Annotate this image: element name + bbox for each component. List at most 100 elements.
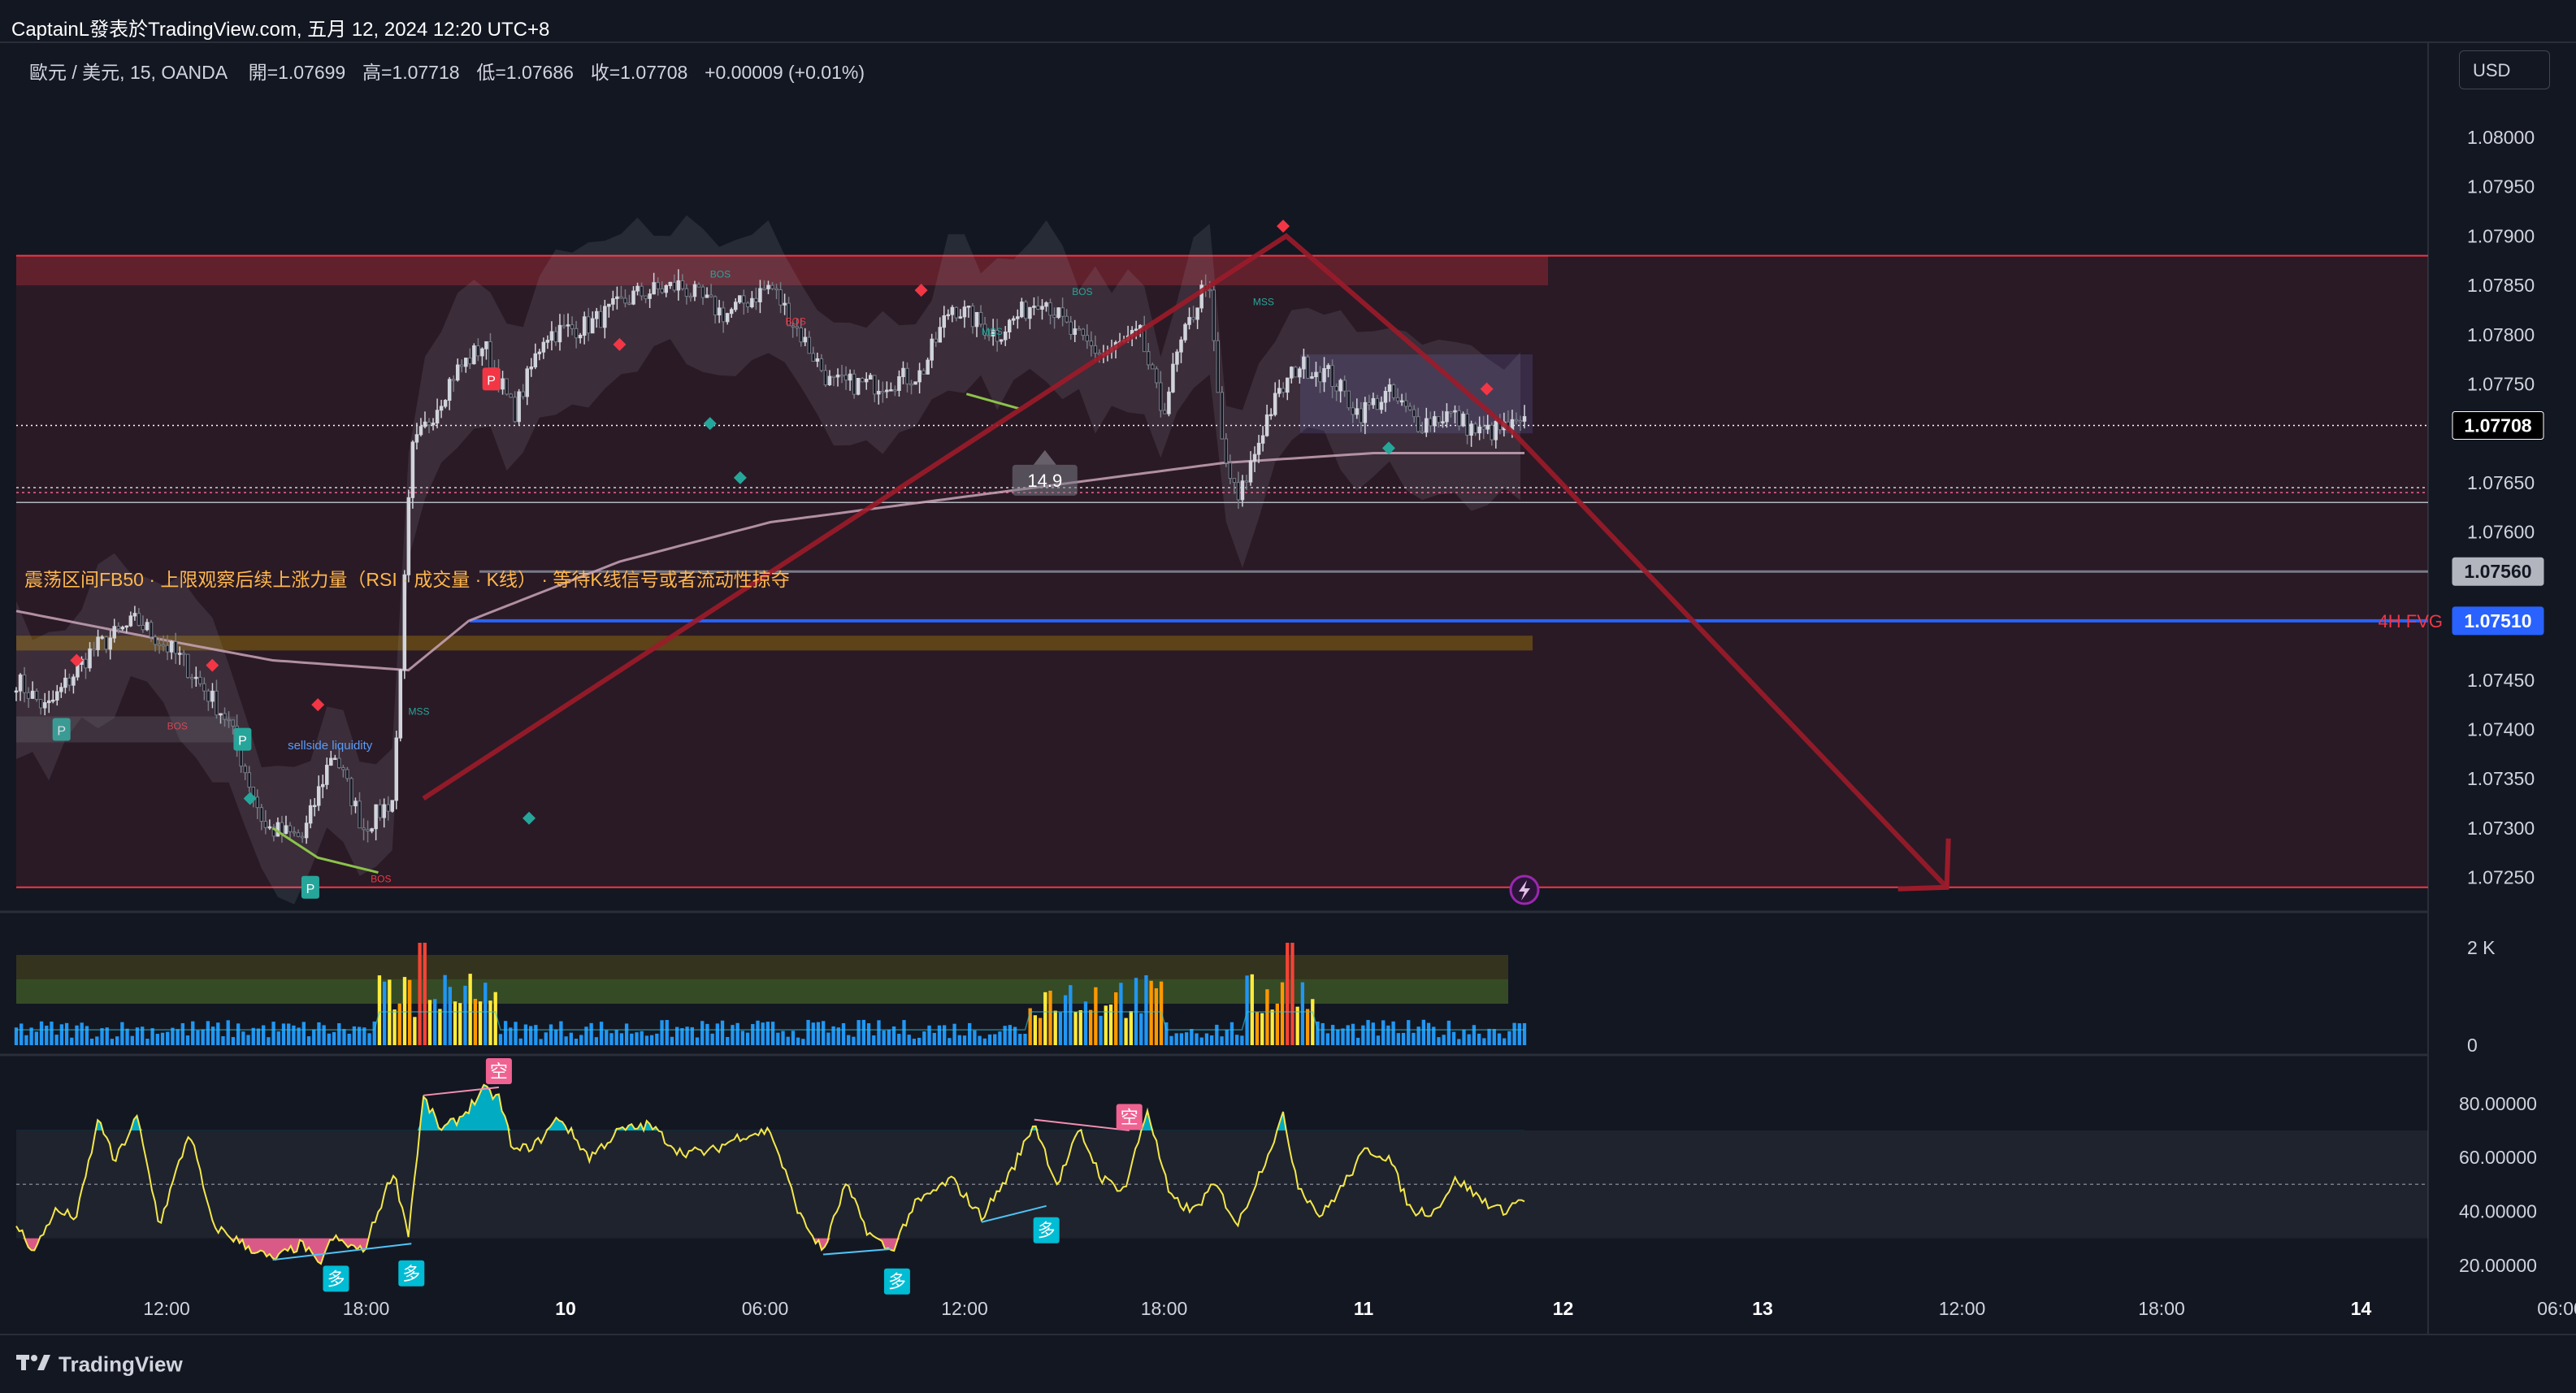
volume-bar: [1008, 1025, 1013, 1045]
candle-body: [304, 822, 309, 839]
candle-body: [206, 690, 210, 702]
candle-body: [819, 358, 824, 371]
volume-bar: [866, 1023, 871, 1045]
candle-body: [873, 375, 877, 395]
volume-bar: [130, 1035, 134, 1045]
volume-bar: [1492, 1029, 1496, 1045]
volume-bar: [20, 1023, 24, 1045]
volume-bar: [231, 1037, 236, 1045]
candle-body: [926, 359, 930, 375]
volume-bar: [523, 1024, 528, 1045]
price-tick-label: 1.07900: [2467, 225, 2535, 246]
volume-bar: [347, 1033, 351, 1045]
volume-bar: [1129, 1011, 1133, 1045]
price-tick-label: 1.07450: [2467, 670, 2535, 691]
volume-bar: [1482, 1038, 1486, 1045]
volume-bar: [423, 943, 427, 1045]
candle-body: [766, 284, 770, 289]
candle-body: [1134, 328, 1138, 332]
volume-bar: [665, 1020, 669, 1045]
candle-body: [656, 282, 660, 289]
volume-bar: [1290, 943, 1295, 1045]
candle-body: [627, 302, 631, 305]
candle-body: [132, 613, 137, 617]
candle-body: [664, 285, 668, 293]
candle-body: [1167, 391, 1171, 414]
candle-body: [574, 328, 579, 339]
candle-body: [1391, 384, 1396, 398]
candle-body: [839, 374, 844, 377]
volume-bar: [962, 1035, 967, 1045]
tradingview-logo[interactable]: TradingView: [16, 1351, 183, 1378]
structure-label: BOS: [786, 316, 806, 328]
volume-bar: [589, 1022, 593, 1045]
rsi-signal-label: 空: [490, 1062, 508, 1083]
candle-body: [1040, 306, 1044, 310]
candle-body: [930, 338, 934, 361]
volume-bar: [493, 992, 497, 1045]
candle-body: [1216, 340, 1221, 393]
candle-body: [165, 644, 170, 653]
candle-body: [1351, 407, 1355, 415]
candle-body: [1416, 416, 1420, 432]
volume-bar: [599, 1022, 604, 1045]
candle-body: [978, 311, 983, 325]
volume-bar: [1265, 989, 1269, 1045]
time-tick-label: 18:00: [343, 1298, 390, 1319]
volume-bar: [1487, 1028, 1491, 1045]
candle-body: [1449, 411, 1453, 414]
candle-body: [950, 306, 955, 315]
volume-bar: [1330, 1025, 1335, 1045]
time-tick-label: 12: [1553, 1298, 1574, 1319]
candle-body: [362, 827, 366, 831]
candle-body: [713, 296, 718, 316]
candle-body: [938, 327, 942, 343]
volume-bar: [1108, 1005, 1113, 1045]
volume-bar: [756, 1020, 760, 1045]
structure-label: MSS: [409, 705, 430, 717]
candle-body: [541, 341, 546, 353]
volume-bar: [554, 1029, 558, 1045]
volume-bar: [831, 1026, 835, 1045]
candle-body: [34, 690, 39, 701]
candle-body: [881, 390, 885, 393]
volume-bar: [59, 1024, 64, 1045]
volume-bar: [968, 1022, 972, 1045]
volume-bar: [1270, 1009, 1274, 1045]
volume-bar: [1245, 975, 1249, 1045]
candle-body: [966, 306, 971, 308]
chart-canvas[interactable]: 4H FVG PPPPBOSMSSBOSBOSBOSMSSBOSMSSsells…: [0, 0, 2576, 1393]
candle-body: [807, 336, 812, 354]
volume-bar: [574, 1039, 579, 1045]
volume-bar: [1462, 1029, 1466, 1045]
volume-bar: [922, 1031, 926, 1045]
volume-bar: [720, 1020, 725, 1045]
volume-bar: [993, 1034, 997, 1045]
volume-bar: [1321, 1022, 1325, 1045]
symbol-label[interactable]: 歐元 / 美元, 15, OANDA: [29, 62, 227, 83]
volume-bar: [1355, 1037, 1360, 1045]
currency-button[interactable]: USD: [2459, 50, 2550, 89]
range-note[interactable]: 震荡区间FB50 · 上限观察后续上涨力量（RSI · 成交量 · K线） · …: [24, 564, 790, 592]
volume-bar: [534, 1025, 538, 1045]
volume-bar: [791, 1031, 796, 1045]
volume-bar: [191, 1021, 195, 1045]
structure-label: BOS: [1072, 286, 1092, 297]
candle-body: [263, 821, 268, 828]
candle-body: [181, 653, 186, 655]
volume-bar: [559, 1021, 563, 1045]
volume-bar: [1305, 1009, 1310, 1045]
volume-bar: [317, 1022, 321, 1045]
volume-bar: [1078, 1009, 1082, 1045]
volume-bar: [226, 1020, 230, 1045]
candle-body: [1338, 380, 1342, 392]
candle-body: [427, 421, 432, 426]
price-tag-label: 1.07510: [2464, 610, 2531, 631]
candle-body: [644, 295, 648, 299]
candle-body: [746, 302, 750, 308]
rsi-signal-label: 多: [888, 1273, 906, 1293]
candle-body: [145, 622, 150, 631]
candle-body: [1085, 335, 1090, 342]
candle-body: [1012, 318, 1016, 321]
time-tick-label: 12:00: [941, 1298, 988, 1319]
